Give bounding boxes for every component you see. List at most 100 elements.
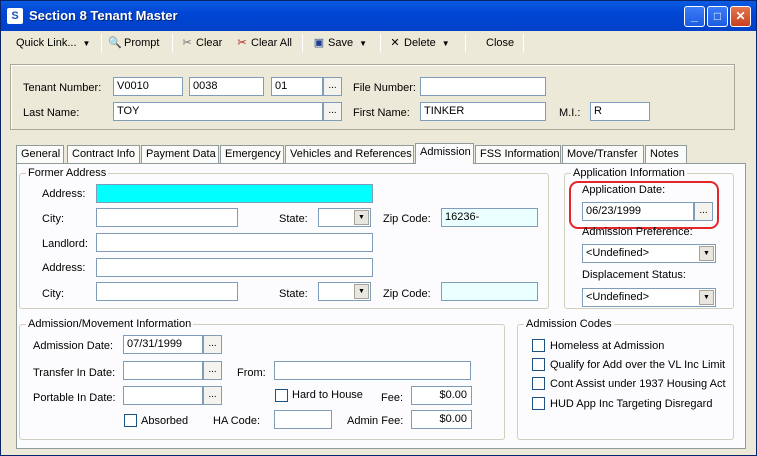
tenant-master-window: S Section 8 Tenant Master _ □ ✕ Quick Li…	[0, 0, 757, 456]
ha-code-field[interactable]	[274, 410, 332, 429]
hud-app-inc-targeting-checkbox[interactable]	[532, 397, 545, 410]
admin-fee-field[interactable]: $0.00	[411, 410, 472, 429]
app-icon: S	[7, 8, 23, 24]
admission-preference-select[interactable]: <Undefined> ▼	[582, 244, 716, 263]
cont-assist-1937-checkbox[interactable]	[532, 377, 545, 390]
admin-fee-label: Admin Fee:	[347, 415, 404, 427]
displacement-status-select[interactable]: <Undefined> ▼	[582, 288, 716, 307]
file-number-field[interactable]	[420, 77, 546, 96]
tab-notes[interactable]: Notes	[645, 145, 687, 164]
tab-contract-info[interactable]: Contract Info	[67, 145, 140, 164]
admission-preference-label: Admission Preference:	[582, 226, 693, 238]
close-window-button[interactable]: ✕	[730, 6, 751, 27]
admission-date-field[interactable]: 07/31/1999	[123, 335, 203, 354]
portable-in-date-picker-button[interactable]: ...	[203, 386, 222, 405]
qualify-over-vl-limit-label: Qualify for Add over the VL Inc Limit	[550, 359, 726, 371]
landlord-label: Landlord:	[42, 238, 88, 250]
transfer-in-date-label: Transfer In Date:	[33, 367, 116, 379]
save-button[interactable]: ▣ Save ▼	[309, 33, 370, 53]
chevron-down-icon: ▼	[699, 246, 714, 261]
landlord-state-select[interactable]: ▼	[318, 282, 371, 301]
landlord-zip-code-field[interactable]	[441, 282, 538, 301]
clear-all-icon: ✂	[237, 37, 247, 49]
ha-code-label: HA Code:	[213, 415, 261, 427]
application-date-highlight	[569, 181, 719, 229]
title-bar: S Section 8 Tenant Master _ □ ✕	[1, 1, 756, 31]
floppy-disk-icon: ▣	[313, 37, 325, 49]
fee-field[interactable]: $0.00	[411, 386, 472, 405]
toolbar-separator	[465, 34, 466, 52]
landlord-city-field[interactable]	[96, 282, 238, 301]
zip-code-field[interactable]: 16236-	[441, 208, 538, 227]
hard-to-house-label: Hard to House	[292, 389, 363, 401]
state-select[interactable]: ▼	[318, 208, 371, 227]
tenant-lookup-button[interactable]: ...	[323, 77, 342, 96]
chevron-down-icon: ▼	[699, 290, 714, 305]
clear-icon: ✂	[182, 37, 192, 49]
transfer-in-date-picker-button[interactable]: ...	[203, 361, 222, 380]
address-label: Address:	[42, 188, 86, 200]
chevron-down-icon: ▼	[354, 210, 369, 225]
address-field[interactable]	[96, 184, 373, 203]
landlord-field[interactable]	[96, 233, 373, 252]
application-information-title: Application Information	[571, 166, 687, 180]
tenant-number-field-3[interactable]: 01	[271, 77, 323, 96]
city-label: City:	[42, 213, 64, 225]
maximize-button[interactable]: □	[707, 6, 728, 27]
mi-field[interactable]: R	[590, 102, 650, 121]
landlord-zip-code-label: Zip Code:	[383, 288, 431, 300]
admission-date-label: Admission Date:	[33, 340, 114, 352]
toolbar-separator	[172, 34, 173, 52]
tab-admission[interactable]: Admission	[415, 143, 474, 164]
minimize-button[interactable]: _	[684, 6, 705, 27]
homeless-at-admission-checkbox[interactable]	[532, 339, 545, 352]
clear-all-button[interactable]: ✂ Clear All	[232, 33, 295, 53]
city-field[interactable]	[96, 208, 238, 227]
transfer-in-date-field[interactable]	[123, 361, 203, 380]
displacement-status-label: Displacement Status:	[582, 269, 686, 281]
tenant-number-label: Tenant Number:	[23, 82, 102, 94]
landlord-address-label: Address:	[42, 262, 86, 274]
cont-assist-1937-label: Cont Assist under 1937 Housing Act	[550, 378, 726, 390]
file-number-label: File Number:	[353, 82, 416, 94]
landlord-city-label: City:	[42, 288, 64, 300]
tab-payment-data[interactable]: Payment Data	[141, 145, 219, 164]
prompt-button[interactable]: 🔍 Prompt	[105, 33, 162, 53]
clear-button[interactable]: ✂ Clear	[177, 33, 225, 53]
former-address-title: Former Address	[26, 166, 109, 180]
last-name-label: Last Name:	[23, 107, 80, 119]
landlord-state-label: State:	[279, 288, 308, 300]
absorbed-label: Absorbed	[141, 415, 189, 427]
tenant-number-field-2[interactable]: 0038	[189, 77, 264, 96]
state-label: State:	[279, 213, 308, 225]
hud-app-inc-targeting-label: HUD App Inc Targeting Disregard	[550, 398, 713, 410]
dropdown-arrow-icon: ▼	[82, 39, 91, 48]
mi-label: M.I.:	[559, 107, 581, 119]
from-label: From:	[237, 367, 266, 379]
tab-vehicles-references[interactable]: Vehicles and References	[285, 145, 414, 164]
homeless-at-admission-label: Homeless at Admission	[550, 340, 665, 352]
first-name-field[interactable]: TINKER	[420, 102, 546, 121]
admission-movement-title: Admission/Movement Information	[26, 317, 194, 331]
hard-to-house-checkbox[interactable]	[275, 389, 288, 402]
portable-in-date-field[interactable]	[123, 386, 203, 405]
last-name-lookup-button[interactable]: ...	[323, 102, 342, 121]
delete-button[interactable]: ✕ Delete ▼	[385, 33, 453, 53]
from-field[interactable]	[274, 361, 471, 380]
magnifier-icon: 🔍	[108, 37, 122, 49]
qualify-over-vl-limit-checkbox[interactable]	[532, 358, 545, 371]
close-button[interactable]: Close	[483, 33, 517, 53]
tenant-number-field-1[interactable]: V0010	[113, 77, 183, 96]
tab-fss-information[interactable]: FSS Information	[475, 145, 561, 164]
admission-date-picker-button[interactable]: ...	[203, 335, 222, 354]
absorbed-checkbox[interactable]	[124, 414, 137, 427]
tab-move-transfer[interactable]: Move/Transfer	[562, 145, 644, 164]
landlord-address-field[interactable]	[96, 258, 373, 277]
zip-code-label: Zip Code:	[383, 213, 431, 225]
tab-general[interactable]: General	[16, 145, 64, 164]
first-name-label: First Name:	[353, 107, 410, 119]
tab-emergency[interactable]: Emergency	[220, 145, 284, 164]
quick-link-button[interactable]: Quick Link... ▼	[13, 33, 93, 53]
last-name-field[interactable]: TOY	[113, 102, 323, 121]
chevron-down-icon: ▼	[354, 284, 369, 299]
